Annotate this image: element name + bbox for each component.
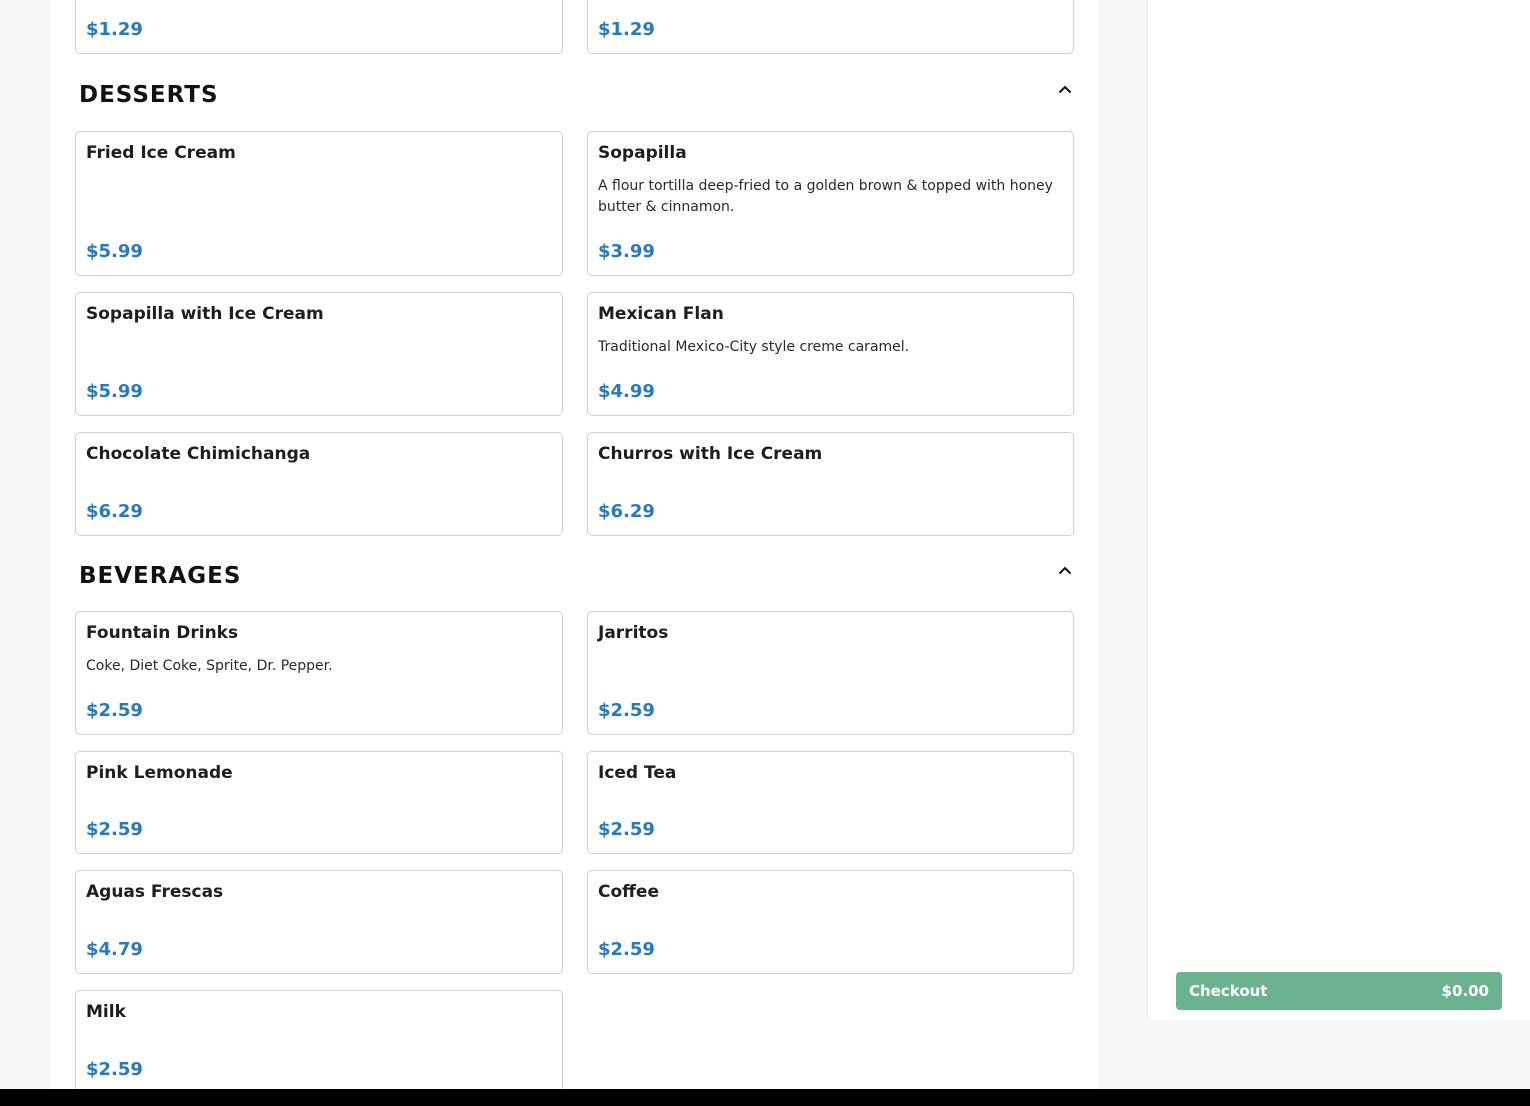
bottom-bar	[0, 1089, 1530, 1106]
chevron-up-icon	[1058, 85, 1072, 93]
menu-item-name: Sopapilla with Ice Cream	[86, 304, 324, 324]
menu-item-description: A flour tortilla deep-fried to a golden …	[598, 178, 1053, 215]
menu-item-card[interactable]: $1.29	[75, 0, 563, 54]
menu-item-name: Mexican Flan	[598, 304, 724, 324]
menu-item-price: $2.59	[598, 819, 655, 840]
menu-item-price: $4.99	[598, 381, 655, 402]
menu-item-card[interactable]: Pink Lemonade $2.59	[75, 751, 563, 854]
menu-item-price: $2.59	[86, 819, 143, 840]
menu-item-card[interactable]: $1.29	[587, 0, 1074, 54]
menu-item-card[interactable]: Sopapilla A flour tortilla deep-fried to…	[587, 131, 1074, 276]
menu-item-price: $3.99	[598, 241, 655, 262]
menu-item-description: Coke, Diet Coke, Sprite, Dr. Pepper.	[86, 658, 333, 674]
menu-item-description: Traditional Mexico-City style creme cara…	[598, 339, 910, 355]
cart-total: $0.00	[1441, 982, 1489, 1000]
menu-item-price: $1.29	[86, 19, 143, 40]
chevron-up-icon	[1058, 566, 1072, 574]
page: $1.29 $1.29 DESSERTS Fried Ice Cream $5.…	[0, 0, 1530, 1106]
collapse-desserts-button[interactable]	[1053, 77, 1077, 101]
menu-item-card[interactable]: Fried Ice Cream $5.99	[75, 131, 563, 276]
menu-item-price: $6.29	[86, 501, 143, 522]
menu-item-card[interactable]: Coffee $2.59	[587, 870, 1074, 974]
menu-item-name: Aguas Frescas	[86, 882, 224, 902]
checkout-label: Checkout	[1189, 982, 1268, 1000]
cart-panel	[1147, 0, 1530, 1020]
menu-item-card[interactable]: Iced Tea $2.59	[587, 751, 1074, 854]
menu-item-price: $2.59	[598, 700, 655, 721]
checkout-button[interactable]: Checkout $0.00	[1176, 972, 1502, 1010]
menu-panel: $1.29 $1.29 DESSERTS Fried Ice Cream $5.…	[50, 0, 1099, 1089]
menu-item-card[interactable]: Milk $2.59	[75, 990, 563, 1089]
menu-item-card[interactable]: Mexican Flan Traditional Mexico-City sty…	[587, 292, 1074, 416]
category-title-beverages: BEVERAGES	[79, 563, 242, 589]
menu-item-price: $2.59	[86, 1059, 143, 1080]
menu-item-name: Milk	[86, 1002, 126, 1022]
collapse-beverages-button[interactable]	[1053, 558, 1077, 582]
menu-item-price: $2.59	[598, 939, 655, 960]
menu-item-price: $1.29	[598, 19, 655, 40]
menu-item-name: Sopapilla	[598, 143, 687, 163]
menu-item-price: $5.99	[86, 241, 143, 262]
menu-item-card[interactable]: Jarritos $2.59	[587, 611, 1074, 735]
menu-item-name: Chocolate Chimichanga	[86, 444, 311, 464]
menu-item-card[interactable]: Sopapilla with Ice Cream $5.99	[75, 292, 563, 416]
menu-item-card[interactable]: Aguas Frescas $4.79	[75, 870, 563, 974]
menu-item-price: $2.59	[86, 700, 143, 721]
menu-item-card[interactable]: Chocolate Chimichanga $6.29	[75, 432, 563, 536]
menu-item-name: Coffee	[598, 882, 659, 902]
menu-item-card[interactable]: Fountain Drinks Coke, Diet Coke, Sprite,…	[75, 611, 563, 735]
menu-item-name: Churros with Ice Cream	[598, 444, 823, 464]
menu-item-name: Fountain Drinks	[86, 623, 239, 643]
menu-item-name: Iced Tea	[598, 763, 677, 783]
menu-item-name: Pink Lemonade	[86, 763, 233, 783]
menu-item-name: Jarritos	[598, 623, 669, 643]
menu-item-price: $5.99	[86, 381, 143, 402]
menu-item-price: $6.29	[598, 501, 655, 522]
menu-item-price: $4.79	[86, 939, 143, 960]
menu-item-card[interactable]: Churros with Ice Cream $6.29	[587, 432, 1074, 536]
menu-item-name: Fried Ice Cream	[86, 143, 236, 163]
category-title-desserts: DESSERTS	[79, 82, 219, 108]
